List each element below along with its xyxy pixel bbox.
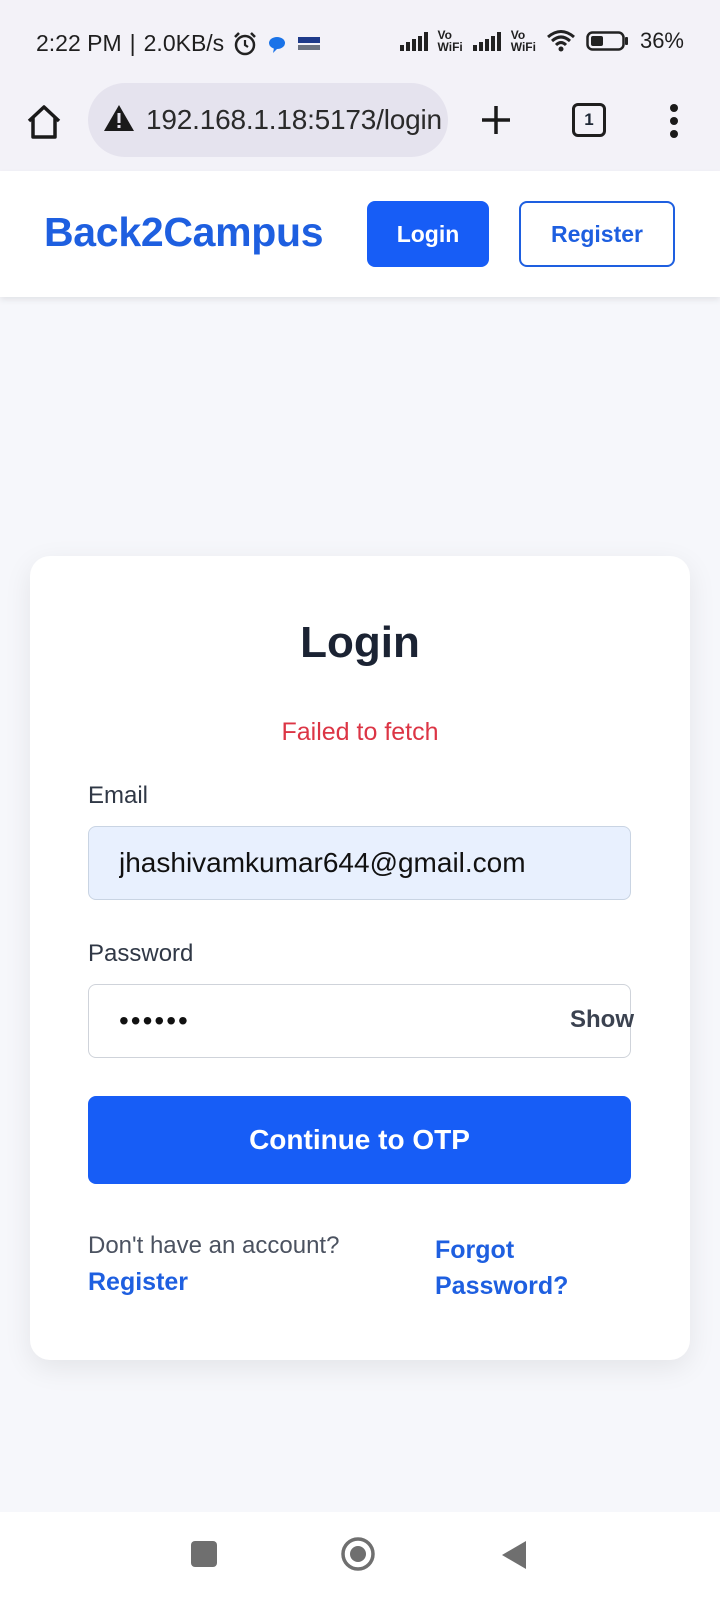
forgot-password-link[interactable]: Forgot Password? <box>435 1232 595 1304</box>
app-header: Back2Campus Login Register <box>0 171 720 297</box>
chat-bubble-icon <box>269 36 286 53</box>
back-icon[interactable] <box>498 1538 530 1572</box>
battery-icon <box>586 31 628 51</box>
url-text[interactable]: 192.168.1.18:5173/login <box>146 104 442 136</box>
vowifi-label: Vo WiFi <box>437 28 463 54</box>
status-time: 2:22 PM <box>36 30 122 56</box>
password-field[interactable] <box>88 984 631 1058</box>
not-secure-icon[interactable] <box>102 103 136 133</box>
header-register-button[interactable]: Register <box>519 201 675 267</box>
plus-icon[interactable] <box>476 100 516 140</box>
vowifi-label: Vo WiFi <box>510 28 536 54</box>
status-left: 2:22 PM | 2.0KB/s <box>36 30 322 57</box>
email-label: Email <box>88 782 149 809</box>
address-bar[interactable]: 192.168.1.18:5173/login <box>88 83 448 157</box>
error-message: Failed to fetch <box>281 718 439 746</box>
tab-count: 1 <box>584 110 594 129</box>
recents-icon[interactable] <box>191 1541 217 1567</box>
system-nav-bar <box>0 1512 720 1600</box>
status-bar: 2:22 PM | 2.0KB/s Vo WiFi Vo WiFi 36% <box>0 0 720 90</box>
password-label: Password <box>88 940 194 967</box>
browser-toolbar: 192.168.1.18:5173/login 1 <box>0 83 720 172</box>
more-vertical-icon[interactable] <box>664 101 684 141</box>
tabs-icon[interactable]: 1 <box>572 103 606 137</box>
email-field[interactable] <box>88 826 631 900</box>
show-password-button[interactable]: Show <box>570 1006 634 1034</box>
brand-logo[interactable]: Back2Campus <box>44 209 324 256</box>
header-login-button[interactable]: Login <box>367 201 489 267</box>
signal-icon <box>399 31 428 51</box>
status-separator: | <box>129 30 136 56</box>
signal-icon <box>472 31 501 51</box>
continue-to-otp-button[interactable]: Continue to OTP <box>88 1096 631 1184</box>
paytm-icon <box>298 36 321 50</box>
no-account-text: Don't have an account? <box>88 1232 340 1259</box>
status-net-speed: 2.0KB/s <box>143 30 225 56</box>
home-icon[interactable] <box>24 102 64 142</box>
home-circle-icon[interactable] <box>340 1536 376 1572</box>
battery-percent: 36% <box>639 28 684 53</box>
login-card: Login Failed to fetch Email Password Sho… <box>30 556 690 1360</box>
wifi-icon <box>546 30 575 52</box>
status-right: Vo WiFi Vo WiFi 36% <box>399 28 684 54</box>
register-link[interactable]: Register <box>88 1268 188 1297</box>
alarm-icon <box>234 31 257 55</box>
login-title: Login <box>300 618 420 667</box>
